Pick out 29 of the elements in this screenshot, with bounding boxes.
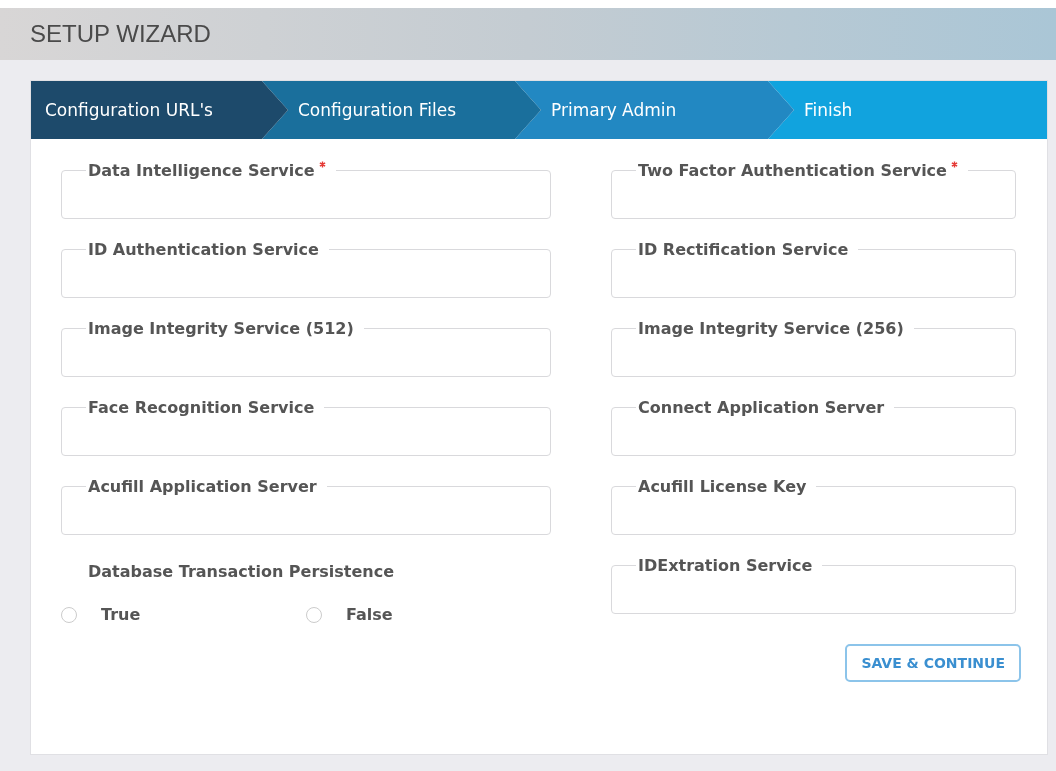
input-field[interactable]: Image Integrity Service (256) (611, 319, 1016, 377)
input-field[interactable]: ID Authentication Service (61, 240, 551, 298)
input-field[interactable]: Data Intelligence Service (61, 161, 551, 219)
input-field[interactable]: Connect Application Server (611, 398, 1016, 456)
page-title: SETUP WIZARD (30, 20, 211, 48)
field-label: ID Authentication Service (88, 240, 319, 259)
field-label: Face Recognition Service (88, 398, 315, 417)
group-label: Database Transaction Persistence (88, 562, 396, 581)
wizard-step[interactable]: Configuration URL's (31, 81, 288, 139)
input-field[interactable]: Acufill Application Server (61, 477, 551, 535)
field-label: Image Integrity Service (256) (638, 319, 904, 338)
radio-label: True (101, 605, 141, 624)
field-label: Data Intelligence Service (88, 161, 315, 180)
field-label: IDExtration Service (638, 556, 813, 575)
input-field[interactable]: Face Recognition Service (61, 398, 551, 456)
field-label: ID Rectification Service (638, 240, 849, 259)
field-label: Image Integrity Service (512) (88, 319, 354, 338)
wizard-step[interactable]: Primary Admin (515, 81, 794, 139)
field-label: Two Factor Authentication Service (638, 161, 947, 180)
input-field[interactable]: Acufill License Key (611, 477, 1016, 535)
wizard-step[interactable]: Configuration Files (262, 81, 541, 139)
radio-label: False (346, 605, 393, 624)
input-field[interactable]: IDExtration Service (611, 556, 1016, 614)
input-field[interactable]: Image Integrity Service (512) (61, 319, 551, 377)
input-field[interactable]: ID Rectification Service (611, 240, 1016, 298)
input-field[interactable]: Two Factor Authentication Service (611, 161, 1016, 219)
field-label: Acufill License Key (638, 477, 807, 496)
field-label: Acufill Application Server (88, 477, 317, 496)
field-label: Connect Application Server (638, 398, 885, 417)
